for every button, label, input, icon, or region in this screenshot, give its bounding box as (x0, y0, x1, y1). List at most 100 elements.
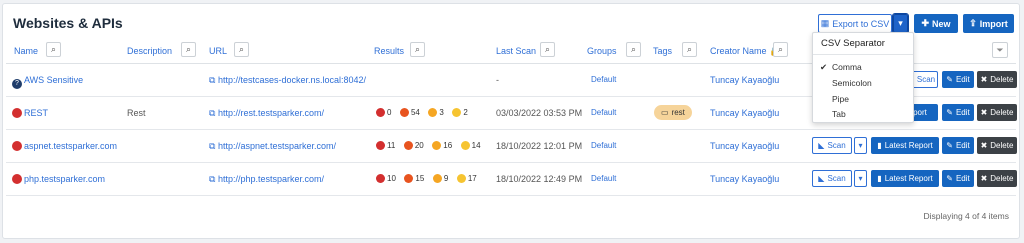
csv-separator-menu: CSV Separator ✔ Comma Semicolon Pipe Tab (812, 32, 914, 123)
bug-icon (12, 141, 22, 151)
latest-report-button[interactable]: ▮ Latest Report (871, 170, 939, 187)
scan-button[interactable]: ◣ Scan (812, 137, 852, 154)
delete-button[interactable]: ✖ Delete (977, 71, 1017, 88)
tag-badge[interactable]: ▭ rest (654, 105, 692, 120)
edit-button[interactable]: ✎ Edit (942, 137, 974, 154)
menu-item-pipe[interactable]: Pipe (832, 94, 849, 104)
medium-icon (428, 108, 438, 117)
import-button[interactable]: ⇪ Import (963, 14, 1014, 33)
row-url[interactable]: ⧉ http://testcases-docker.ns.local:8042/ (209, 75, 366, 86)
search-icon[interactable]: ⌕ (46, 42, 61, 57)
search-icon[interactable]: ⌕ (410, 42, 425, 57)
external-link-icon: ⧉ (209, 174, 216, 184)
col-url[interactable]: URL (209, 46, 227, 56)
col-creator[interactable]: Creator Name 🔒 (710, 46, 780, 57)
latest-report-button[interactable]: ▮ Latest Report (871, 137, 939, 154)
tag-icon: ▭ (661, 108, 669, 117)
delete-button[interactable]: ✖ Delete (977, 170, 1017, 187)
row-last-scan: 18/10/2022 12:01 PM (496, 141, 583, 151)
plus-icon: ✚ (921, 18, 930, 28)
row-creator[interactable]: Tuncay Kayaoğlu (710, 141, 779, 151)
search-icon[interactable]: ⌕ (682, 42, 697, 57)
table-row: php.testsparker.com ⧉ http://php.testspa… (6, 163, 1017, 196)
edit-button[interactable]: ✎ Edit (942, 170, 974, 187)
search-icon[interactable]: ⌕ (773, 42, 788, 57)
divider (813, 54, 913, 55)
row-creator[interactable]: Tuncay Kayaoğlu (710, 174, 779, 184)
row-name[interactable]: REST (12, 108, 48, 118)
col-results[interactable]: Results (374, 46, 404, 56)
row-name[interactable]: php.testsparker.com (12, 174, 105, 184)
col-tags[interactable]: Tags (653, 46, 672, 56)
new-button[interactable]: ✚ New (914, 14, 958, 33)
col-last-scan[interactable]: Last Scan (496, 46, 536, 56)
row-url[interactable]: ⧉ http://php.testsparker.com/ (209, 174, 324, 185)
row-group[interactable]: Default (591, 108, 616, 117)
external-link-icon: ⧉ (209, 141, 216, 151)
close-icon: ✖ (980, 75, 988, 84)
close-icon: ✖ (980, 141, 988, 150)
export-dropdown-toggle[interactable]: ▾ (892, 13, 909, 34)
check-icon: ✔ (820, 62, 828, 72)
row-results[interactable]: 11 20 16 14 (376, 141, 487, 152)
col-name[interactable]: Name (14, 46, 38, 56)
edit-icon: ✎ (946, 174, 953, 183)
row-results[interactable]: 0 54 3 2 (376, 108, 474, 119)
search-icon[interactable]: ⌕ (234, 42, 249, 57)
scan-dropdown-toggle[interactable]: ▾ (854, 137, 867, 154)
row-creator[interactable]: Tuncay Kayaoğlu (710, 108, 779, 118)
search-icon[interactable]: ⌕ (540, 42, 555, 57)
close-icon: ✖ (980, 174, 988, 183)
export-csv-label: Export to CSV (832, 18, 890, 29)
row-url[interactable]: ⧉ http://rest.testsparker.com/ (209, 108, 324, 119)
row-description: Rest (127, 108, 146, 118)
critical-icon (376, 108, 385, 117)
menu-item-semicolon[interactable]: Semicolon (832, 78, 872, 88)
low-icon (460, 141, 470, 150)
page-title: Websites & APIs (13, 15, 123, 31)
edit-button[interactable]: ✎ Edit (942, 104, 974, 121)
menu-item-tab[interactable]: Tab (832, 109, 846, 119)
scan-dropdown-toggle[interactable]: ▾ (854, 170, 867, 187)
col-groups[interactable]: Groups (587, 46, 617, 56)
upload-icon: ⇪ (969, 18, 977, 28)
row-creator[interactable]: Tuncay Kayaoğlu (710, 75, 779, 85)
low-icon (452, 108, 462, 117)
import-label: Import (979, 18, 1008, 29)
row-results[interactable]: 10 15 9 17 (376, 174, 483, 185)
col-description[interactable]: Description (127, 46, 172, 56)
delete-button[interactable]: ✖ Delete (977, 137, 1017, 154)
bug-icon (12, 174, 22, 184)
row-name[interactable]: ? AWS Sensitive (12, 75, 83, 89)
medium-icon (432, 174, 442, 183)
external-link-icon: ⧉ (209, 75, 216, 85)
menu-item-comma[interactable]: Comma (832, 62, 862, 72)
export-csv-button[interactable]: ▦ Export to CSV (818, 14, 892, 33)
scan-icon: ◣ (818, 174, 825, 183)
row-group[interactable]: Default (591, 75, 616, 84)
caret-down-icon: ▾ (858, 174, 863, 183)
row-last-scan: 18/10/2022 12:49 PM (496, 174, 583, 184)
menu-header: CSV Separator (821, 38, 885, 49)
table-row: aspnet.testsparker.com ⧉ http://aspnet.t… (6, 130, 1017, 163)
search-icon[interactable]: ⌕ (626, 42, 641, 57)
scan-button[interactable]: ◣ Scan (812, 170, 852, 187)
edit-button[interactable]: ✎ Edit (942, 71, 974, 88)
row-last-scan: - (496, 75, 499, 85)
row-name[interactable]: aspnet.testsparker.com (12, 141, 117, 151)
delete-button[interactable]: ✖ Delete (977, 104, 1017, 121)
file-icon: ▮ (877, 174, 882, 183)
file-icon: ▮ (877, 141, 882, 150)
row-group[interactable]: Default (591, 174, 616, 183)
scan-icon: ◣ (818, 141, 825, 150)
medium-icon (432, 141, 442, 150)
filter-icon[interactable]: ⏷ (992, 42, 1008, 58)
row-url[interactable]: ⧉ http://aspnet.testsparker.com/ (209, 141, 336, 152)
search-icon[interactable]: ⌕ (181, 42, 196, 57)
edit-icon: ✎ (946, 75, 953, 84)
row-group[interactable]: Default (591, 141, 616, 150)
row-last-scan: 03/03/2022 03:53 PM (496, 108, 583, 118)
high-icon (399, 108, 409, 117)
critical-icon (376, 141, 385, 150)
question-icon: ? (12, 79, 22, 89)
